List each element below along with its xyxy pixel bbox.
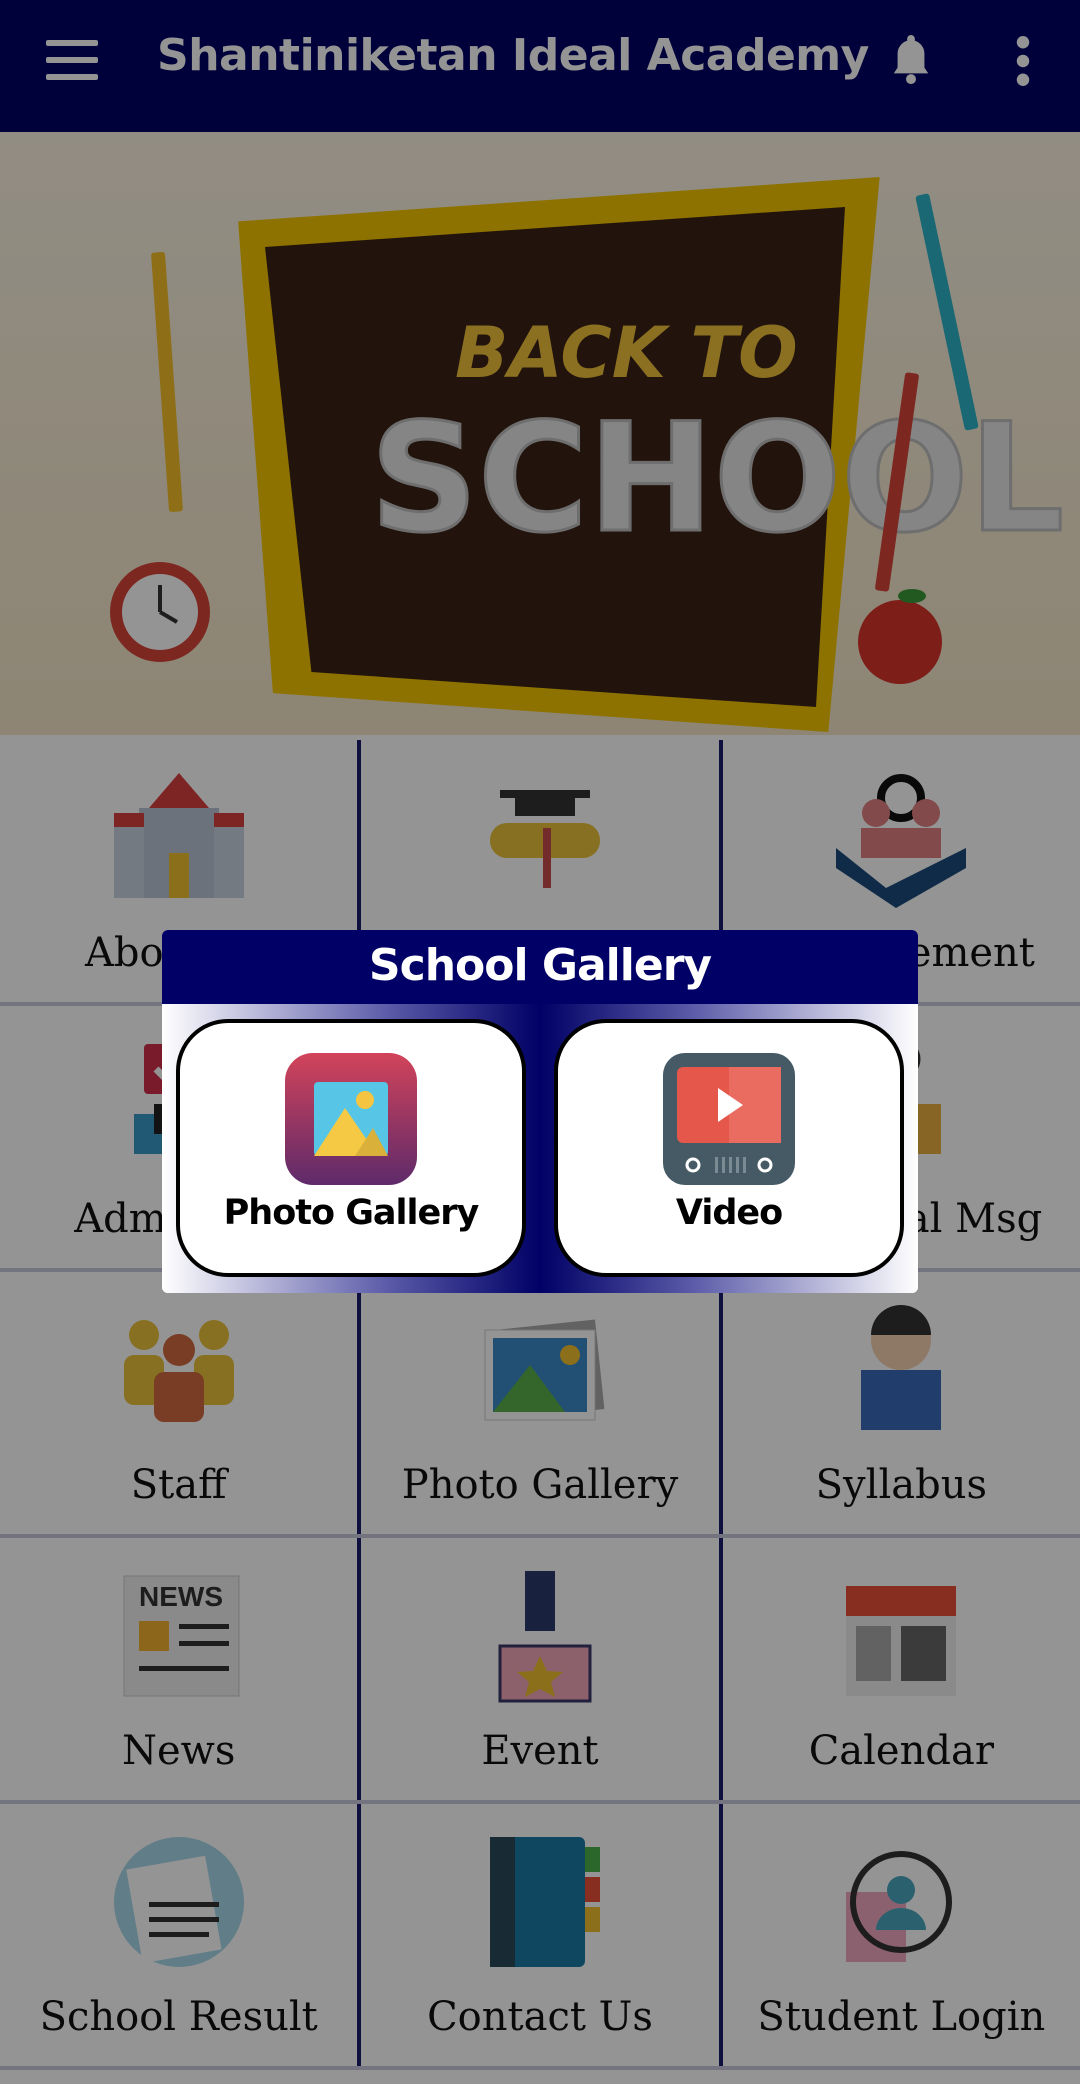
video-icon bbox=[663, 1053, 795, 1185]
option-label: Video bbox=[675, 1193, 783, 1233]
video-option[interactable]: Video bbox=[554, 1019, 904, 1277]
photo-gallery-option[interactable]: Photo Gallery bbox=[176, 1019, 526, 1277]
school-gallery-dialog: School Gallery Photo Gallery Video bbox=[162, 930, 918, 1293]
photo-gallery-icon bbox=[285, 1053, 417, 1185]
dialog-title: School Gallery bbox=[162, 930, 918, 1004]
dialog-body: Photo Gallery Video bbox=[162, 1004, 918, 1293]
option-label: Photo Gallery bbox=[223, 1193, 480, 1233]
